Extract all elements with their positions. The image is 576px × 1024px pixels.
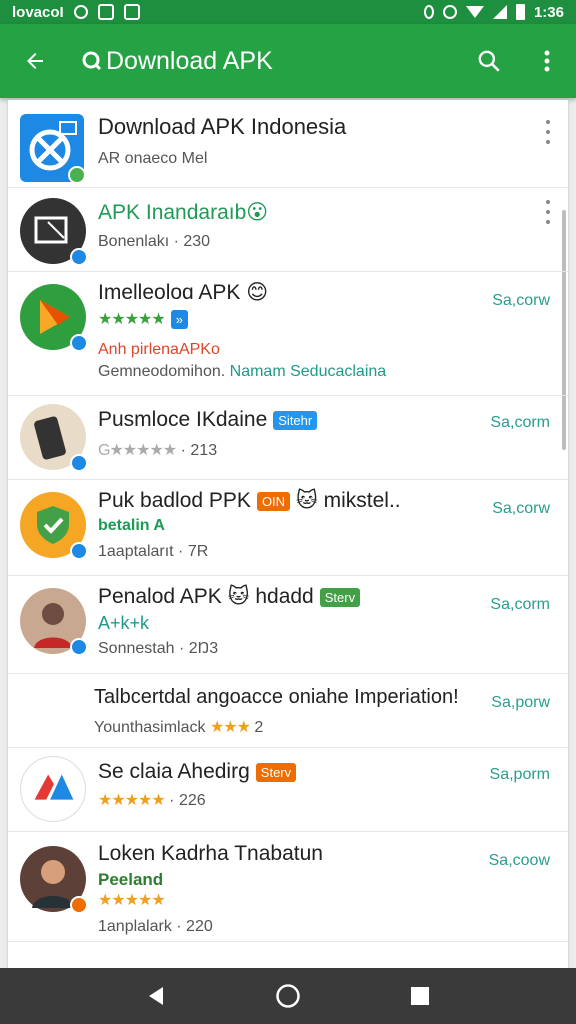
photo-notification-icon [123, 4, 140, 20]
app-list: Download APK Indonesia AR onaeco Mel APK… [8, 100, 568, 968]
nav-back-button[interactable] [136, 976, 176, 1016]
list-item[interactable]: Puk badlod PPK OIN 🐱 mikstel.. betalin A … [8, 480, 568, 576]
list-item[interactable]: Se claia Ahedirg Sterv ★★★★★ · 226 Sa,por… [8, 748, 568, 832]
search-button[interactable] [460, 24, 518, 98]
back-button[interactable] [0, 24, 70, 98]
arrow-logo-icon [34, 774, 74, 800]
item-rating: ★★★★★» [98, 309, 556, 330]
item-line2: A+k+k [98, 613, 150, 633]
app-icon [20, 284, 88, 352]
page-title: Download APK [106, 46, 273, 75]
image-notification-icon [97, 4, 114, 20]
item-rating: ★★★★★ [98, 892, 166, 909]
item-action-link[interactable]: Sa,corw [492, 292, 550, 310]
nav-back-icon [149, 987, 163, 1005]
item-line2: Anh pirlenaAPKo [98, 341, 220, 359]
list-item[interactable]: APK Inandaraıb😮 Bonenlakı · 230 [8, 188, 568, 272]
status-bar: lovacoI 1:36 [0, 0, 576, 24]
list-item[interactable]: Pusmloce IKdaine Sitehr G★★★★★ · 213 Sa,c… [8, 396, 568, 480]
item-title: Pusmloce IKdaine Sitehr [98, 408, 556, 432]
list-item[interactable]: Talbcertdal angoacce oniahe Imperiation!… [8, 674, 568, 748]
status-left-text: lovacoI [12, 3, 64, 21]
header-more-button[interactable] [542, 120, 554, 144]
search-icon [478, 50, 500, 72]
search-logo-icon [82, 51, 102, 71]
item-title: APK Inandaraıb😮 [98, 201, 269, 224]
arrow-left-icon [27, 53, 43, 69]
overflow-menu-button[interactable] [518, 24, 576, 98]
app-icon [20, 756, 86, 822]
more-vert-icon [544, 50, 550, 72]
item-meta: 1aaptalarıt · 7R [98, 543, 209, 560]
item-meta: Sonnestah · 2Ŋ3 [98, 640, 219, 657]
nav-recent-button[interactable] [400, 976, 440, 1016]
item-line2: betalin A [98, 517, 165, 534]
download-badge-icon [70, 248, 88, 266]
app-bar-title: Download APK [80, 47, 273, 76]
item-action-link[interactable]: Sa,porm [490, 766, 550, 784]
item-meta: ★★★★★ · 226 [98, 792, 206, 809]
item-meta: Younthasimlack ★★★ 2 [94, 719, 264, 736]
item-title: Penalod APK 🐱 hdadd Sterv [98, 584, 556, 609]
item-line2: Peeland [98, 870, 164, 889]
item-title: Puk badlod PPK OIN 🐱 mikstel.. [98, 489, 401, 512]
avatar [20, 588, 88, 656]
item-meta: Bonenlakı · 230 [98, 233, 211, 250]
app-logo [20, 114, 86, 184]
item-meta: G★★★★★ · 213 [98, 442, 218, 459]
notification-icon [73, 5, 88, 19]
item-title: Imelleoloɑ APK 😊 [98, 281, 269, 304]
wifi-icon [465, 6, 484, 18]
item-action-link[interactable]: Sa,porw [491, 694, 550, 712]
item-action-link[interactable]: Sa,corm [490, 596, 550, 614]
download-badge-icon [70, 638, 88, 656]
app-icon [20, 492, 88, 560]
item-title: Se claia Ahedirg Sterv [98, 760, 556, 784]
item-more-button[interactable] [542, 200, 554, 224]
download-badge-icon [70, 334, 88, 352]
list-item[interactable]: Loken Kadrha Tnabatun Peeland ★★★★★ 1anp… [8, 832, 568, 942]
verified-badge-icon [68, 166, 86, 184]
bluetooth-icon [423, 5, 434, 19]
item-action-link[interactable]: Sa,corm [490, 414, 550, 432]
status-time: 1:36 [533, 3, 564, 21]
download-badge-icon [70, 542, 88, 560]
item-title: Loken Kadrha Tnabatun [98, 842, 323, 865]
item-action-link[interactable]: Sa,coow [489, 852, 550, 870]
battery-icon [515, 4, 525, 20]
list-item[interactable]: Penalod APK 🐱 hdadd Sterv A+k+k Sonnestah… [8, 576, 568, 674]
avatar [20, 846, 88, 914]
item-title: Talbcertdal angoacce oniahe Imperiation! [94, 686, 459, 708]
item-action-link[interactable]: Sa,corw [492, 500, 550, 518]
header-subtitle: AR onaeco Mel [98, 150, 208, 167]
download-badge-icon [70, 454, 88, 472]
download-badge-icon [70, 896, 88, 914]
list-item[interactable]: Imelleoloɑ APK 😊 ★★★★★» Anh pirlenaAPKo … [8, 272, 568, 396]
app-bar: Download APK [0, 24, 576, 98]
alarm-icon [442, 5, 457, 19]
item-meta: Gemneodomihon. Namam Seducaclaina [98, 363, 387, 381]
header-title: Download APK Indonesia [98, 114, 347, 139]
nav-home-button[interactable] [268, 976, 308, 1016]
nav-recent-icon [411, 987, 429, 1005]
header-row[interactable]: Download APK Indonesia AR onaeco Mel [8, 100, 568, 188]
app-icon [20, 198, 88, 266]
app-icon [20, 404, 88, 472]
nav-home-icon [276, 984, 300, 1008]
system-nav-bar [0, 968, 576, 1024]
signal-icon [492, 5, 507, 19]
item-meta: 1anplalark · 220 [98, 918, 213, 935]
